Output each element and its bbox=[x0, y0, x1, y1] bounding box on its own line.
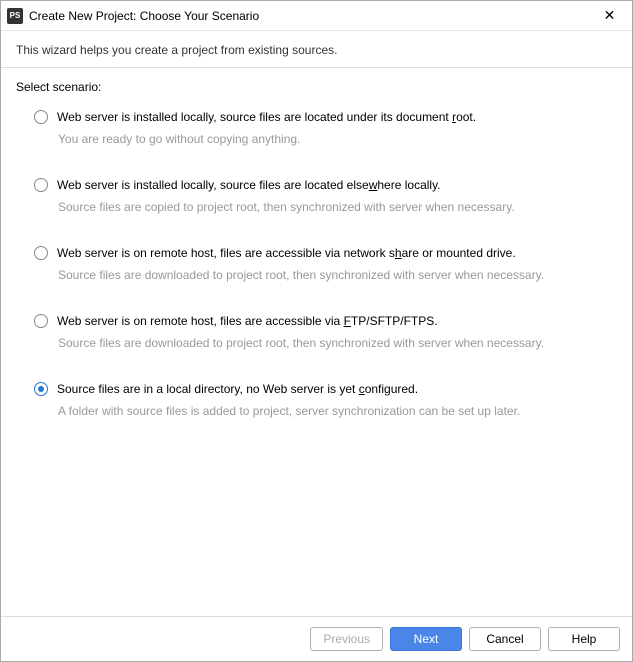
wizard-content: Select scenario: Web server is installed… bbox=[1, 68, 632, 616]
scenario-label: Web server is installed locally, source … bbox=[57, 178, 441, 192]
scenario-label: Web server is on remote host, files are … bbox=[57, 314, 438, 328]
scenario-option: Web server is installed locally, source … bbox=[16, 104, 617, 162]
dialog-window: PS Create New Project: Choose Your Scena… bbox=[0, 0, 633, 662]
window-title: Create New Project: Choose Your Scenario bbox=[29, 9, 587, 23]
scenario-option: Web server is on remote host, files are … bbox=[16, 240, 617, 298]
scenario-description: You are ready to go without copying anyt… bbox=[58, 132, 617, 146]
radio-icon bbox=[34, 110, 48, 124]
radio-icon bbox=[34, 382, 48, 396]
cancel-button[interactable]: Cancel bbox=[469, 627, 541, 651]
titlebar: PS Create New Project: Choose Your Scena… bbox=[1, 1, 632, 31]
scenario-label: Web server is on remote host, files are … bbox=[57, 246, 516, 260]
scenario-radio-row[interactable]: Source files are in a local directory, n… bbox=[34, 382, 617, 396]
radio-icon bbox=[34, 246, 48, 260]
scenario-description: A folder with source files is added to p… bbox=[58, 404, 617, 418]
scenario-radio-row[interactable]: Web server is installed locally, source … bbox=[34, 178, 617, 192]
scenario-option: Web server is installed locally, source … bbox=[16, 172, 617, 230]
radio-icon bbox=[34, 314, 48, 328]
next-button[interactable]: Next bbox=[390, 627, 462, 651]
section-label: Select scenario: bbox=[16, 80, 617, 94]
scenario-label: Web server is installed locally, source … bbox=[57, 110, 476, 124]
scenario-label: Source files are in a local directory, n… bbox=[57, 382, 418, 396]
previous-button[interactable]: Previous bbox=[310, 627, 383, 651]
scenario-radio-row[interactable]: Web server is on remote host, files are … bbox=[34, 246, 617, 260]
scenario-description: Source files are downloaded to project r… bbox=[58, 268, 617, 282]
close-icon[interactable]: ✕ bbox=[587, 1, 632, 31]
radio-icon bbox=[34, 178, 48, 192]
scenario-option: Source files are in a local directory, n… bbox=[16, 376, 617, 434]
scenario-radio-row[interactable]: Web server is installed locally, source … bbox=[34, 110, 617, 124]
app-icon: PS bbox=[7, 8, 23, 24]
wizard-header: This wizard helps you create a project f… bbox=[1, 31, 632, 68]
scenario-description: Source files are downloaded to project r… bbox=[58, 336, 617, 350]
wizard-subtitle: This wizard helps you create a project f… bbox=[16, 43, 617, 57]
help-button[interactable]: Help bbox=[548, 627, 620, 651]
scenario-radio-row[interactable]: Web server is on remote host, files are … bbox=[34, 314, 617, 328]
scenario-option: Web server is on remote host, files are … bbox=[16, 308, 617, 366]
wizard-footer: Previous Next Cancel Help bbox=[1, 616, 632, 661]
scenario-description: Source files are copied to project root,… bbox=[58, 200, 617, 214]
